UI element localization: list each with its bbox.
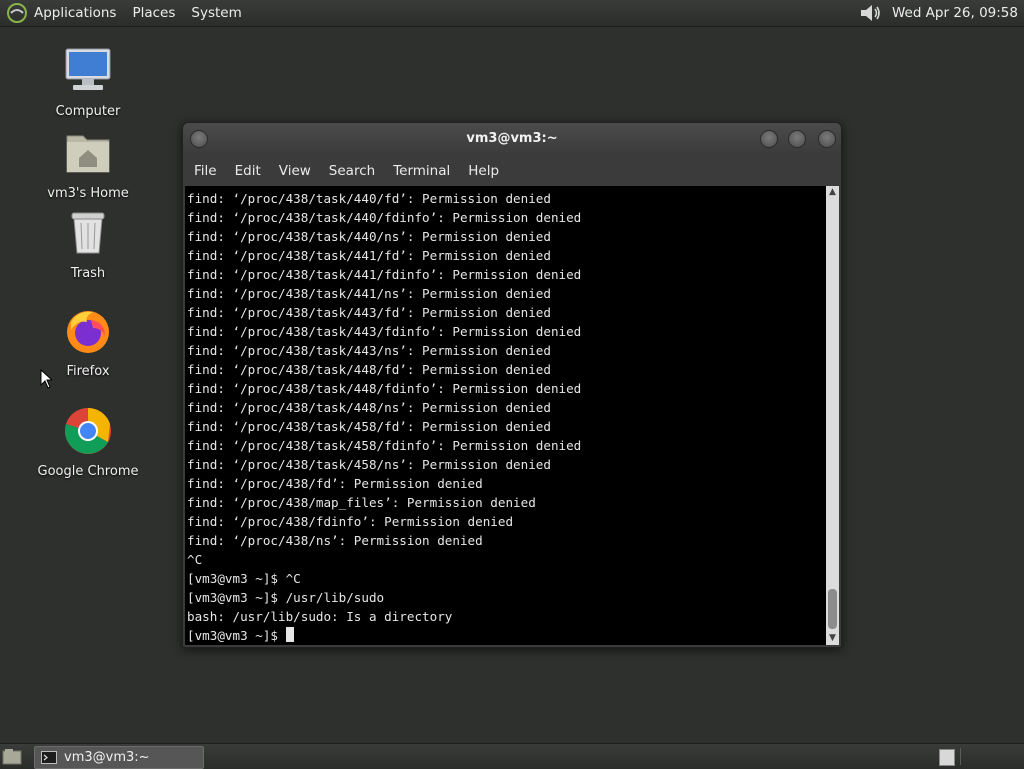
maximize-button[interactable] [788,130,806,148]
terminal-prompt-line: [vm3@vm3 ~]$ [187,626,581,645]
panel-separator [960,748,961,765]
desktop-icon-label: Trash [70,266,106,281]
terminal-line: find: ‘/proc/438/task/441/ns’: Permissio… [187,286,551,301]
terminal-line: [vm3@vm3 ~]$ /usr/lib/sudo [187,590,385,605]
mouse-pointer-icon [40,369,52,389]
terminal-line: ^C [187,552,203,567]
terminal-window[interactable]: vm3@vm3:~ File Edit View Search Terminal… [182,122,842,648]
applications-menu[interactable]: Applications [34,5,124,21]
window-title: vm3@vm3:~ [466,131,558,146]
top-panel: Applications Places System Wed Apr 26, 0… [0,0,1024,27]
menu-search[interactable]: Search [329,163,375,179]
scroll-up-arrow-icon[interactable]: ▲ [826,186,839,199]
minimize-button[interactable] [760,130,778,148]
terminal-icon [41,751,57,764]
terminal-line: find: ‘/proc/438/task/440/ns’: Permissio… [187,229,551,244]
terminal-menubar: File Edit View Search Terminal Help [183,155,841,186]
menu-file[interactable]: File [194,163,217,179]
desktop-icon-home[interactable]: vm3's Home [33,128,143,201]
terminal-line: find: ‘/proc/438/task/441/fd’: Permissio… [187,248,551,263]
taskbar-window-button[interactable]: vm3@vm3:~ [34,746,204,769]
terminal-line: find: ‘/proc/438/task/441/fdinfo’: Permi… [187,267,582,282]
terminal-line: find: ‘/proc/438/task/458/ns’: Permissio… [187,457,551,472]
desktop-icon-label: Google Chrome [37,464,139,479]
terminal-line: find: ‘/proc/438/task/448/ns’: Permissio… [187,400,551,415]
terminal-line: find: ‘/proc/438/task/443/fd’: Permissio… [187,305,551,320]
panel-tray: Wed Apr 26, 09:58 [858,0,1018,26]
menu-view[interactable]: View [279,163,311,179]
trash-icon [71,212,105,254]
terminal-scrollbar[interactable]: ▲ ▼ [826,186,839,645]
terminal-line: find: ‘/proc/438/task/443/fdinfo’: Permi… [187,324,582,339]
chrome-icon [64,407,111,454]
computer-icon [65,48,111,90]
taskbar-window-label: vm3@vm3:~ [64,750,150,765]
show-desktop-icon[interactable] [2,748,22,765]
bottom-panel: vm3@vm3:~ [0,743,1024,769]
system-menu[interactable]: System [191,5,249,21]
terminal-line: bash: /usr/lib/sudo: Is a directory [187,609,453,624]
terminal-line: find: ‘/proc/438/task/440/fd’: Permissio… [187,191,551,206]
desktop-icon-label: vm3's Home [47,186,129,201]
terminal-line: find: ‘/proc/438/task/443/ns’: Permissio… [187,343,551,358]
window-titlebar[interactable]: vm3@vm3:~ [183,123,841,155]
places-menu[interactable]: Places [132,5,183,21]
clock[interactable]: Wed Apr 26, 09:58 [892,5,1018,21]
scrollbar-thumb[interactable] [828,589,837,629]
mate-menu-icon[interactable] [6,2,28,24]
workspace-switcher[interactable] [939,749,955,766]
text-cursor [285,627,294,642]
menu-terminal[interactable]: Terminal [393,163,450,179]
desktop-icon-chrome[interactable]: Google Chrome [33,406,143,479]
terminal-line: find: ‘/proc/438/ns’: Permission denied [187,533,483,548]
terminal-line: find: ‘/proc/438/task/448/fd’: Permissio… [187,362,551,377]
terminal-line: find: ‘/proc/438/map_files’: Permission … [187,495,536,510]
volume-icon[interactable] [858,2,882,24]
terminal-line: find: ‘/proc/438/task/448/fdinfo’: Permi… [187,381,582,396]
terminal-lines: find: ‘/proc/438/task/440/fd’: Permissio… [187,189,581,645]
terminal-line: find: ‘/proc/438/fd’: Permission denied [187,476,483,491]
firefox-icon [67,311,109,353]
menu-edit[interactable]: Edit [235,163,261,179]
scroll-down-arrow-icon[interactable]: ▼ [826,632,839,645]
menu-help[interactable]: Help [468,163,499,179]
terminal-prompt: [vm3@vm3 ~]$ [187,628,286,643]
home-folder-icon [66,135,110,173]
close-button[interactable] [818,130,836,148]
desktop-icon-trash[interactable]: Trash [33,208,143,281]
terminal-output[interactable]: find: ‘/proc/438/task/440/fd’: Permissio… [185,186,826,645]
desktop-icon-computer[interactable]: Computer [33,46,143,119]
terminal-line: find: ‘/proc/438/task/458/fd’: Permissio… [187,419,551,434]
terminal-line: find: ‘/proc/438/task/440/fdinfo’: Permi… [187,210,582,225]
terminal-line: find: ‘/proc/438/fdinfo’: Permission den… [187,514,514,529]
desktop-icon-label: Computer [55,104,121,119]
terminal-line: find: ‘/proc/438/task/458/fdinfo’: Permi… [187,438,582,453]
terminal-line: [vm3@vm3 ~]$ ^C [187,571,301,586]
